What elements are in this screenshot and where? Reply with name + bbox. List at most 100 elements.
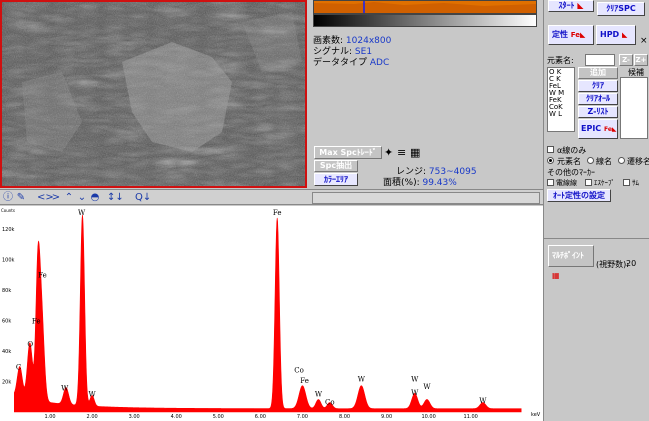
y-tick-label: 40k <box>2 349 11 355</box>
multi-point-icon: ▦ <box>552 271 560 280</box>
x-tick-label: 5.00 <box>213 414 224 420</box>
peak-label: W <box>411 389 419 397</box>
shrink-h-icon[interactable]: >< <box>51 191 61 216</box>
radio-transition-label: 遷移名 <box>627 157 649 166</box>
qualitative-label: 定性 <box>552 30 568 39</box>
max-spectrum-button[interactable]: Max Spcﾄﾚｰﾄﾞ <box>314 146 382 159</box>
peak-label: W <box>479 397 487 405</box>
start-button-label: ｽﾀｰﾄ <box>558 1 575 10</box>
clear-button[interactable]: ｸﾘｱ <box>578 80 618 92</box>
qualitative-button[interactable]: 定性 Fe◣ <box>548 25 594 45</box>
x-tick-label: 8.00 <box>339 414 350 420</box>
radio-line-label: 線名 <box>596 157 612 166</box>
y-tick-label: 120k <box>2 227 15 233</box>
y-tick-label: 20k <box>2 379 11 385</box>
peak-label: Fe <box>38 272 47 280</box>
lock-icon[interactable]: ◓ <box>90 191 100 204</box>
peak-icon[interactable]: ↕↓ <box>107 191 124 204</box>
epic-icon: Fe◣ <box>603 126 617 133</box>
z-minus-button[interactable]: Z- <box>619 54 633 66</box>
auto-qual-settings-button[interactable]: ｵｰﾄ定性の設定 <box>547 189 611 202</box>
qualitative-icon: Fe◣ <box>570 31 586 39</box>
toolbar-field[interactable] <box>312 192 540 204</box>
expand-h-icon[interactable]: <> <box>37 191 54 204</box>
peak-label: O <box>27 340 33 348</box>
hpd-label: HPD <box>600 30 620 39</box>
alpha-only-label: α線のみ <box>557 146 587 155</box>
sem-image-texture <box>2 2 305 186</box>
escape-checkbox-1[interactable] <box>547 179 554 186</box>
clear-spc-button[interactable]: ｸﾘｱSPC <box>597 2 645 16</box>
hpd-icon: ◣ <box>622 31 628 39</box>
x-tick-label: 10.00 <box>421 414 435 420</box>
hpd-button[interactable]: HPD ◣ <box>596 25 636 45</box>
start-icon: ◣ <box>577 1 584 10</box>
datatype-label: データタイプ <box>313 58 368 68</box>
peak-label: W <box>61 385 69 393</box>
y-tick-label: 60k <box>2 318 11 324</box>
spectrum-chart: Counts 1.00 2.00 3.00 4.00 5.00 6.00 7.00 8.00 9… <box>1 208 541 420</box>
area-label: 面積(%): <box>383 178 420 188</box>
fov-value: 20 <box>626 259 637 268</box>
clear-all-button[interactable]: ｸﾘｱｵｰﾙ <box>578 93 618 105</box>
candidate-list[interactable] <box>620 77 648 139</box>
grid-icon[interactable]: ▦ <box>410 146 420 159</box>
sum-label: ｻﾑ <box>632 179 639 187</box>
spectrum-series <box>14 214 522 413</box>
peak-label: Fe <box>273 209 282 217</box>
down-icon[interactable]: ⌄ <box>77 191 87 204</box>
y-tick-label: 80k <box>2 288 11 294</box>
x-tick-label: 1.00 <box>44 414 55 420</box>
peak-label: Fe <box>32 317 41 325</box>
x-tick-label: 9.00 <box>381 414 392 420</box>
area-value: 99.43% <box>422 178 457 188</box>
tool-icon[interactable]: ✎ <box>16 191 26 204</box>
other-markers-label: その他のﾏｰｶｰ <box>547 168 595 177</box>
z-plus-button[interactable]: Z+ <box>634 54 648 66</box>
divider <box>544 238 649 239</box>
sum-checkbox[interactable] <box>623 179 630 186</box>
peak-label: W <box>423 383 431 391</box>
escape-checkbox-2[interactable] <box>585 179 592 186</box>
zoom-icon[interactable]: Q↓ <box>135 191 151 204</box>
escape-label-1: 電線線 <box>556 179 577 187</box>
peak-label: Fe <box>300 377 309 385</box>
x-axis-label: keV <box>531 412 541 418</box>
radio-transition[interactable] <box>618 157 625 164</box>
peak-label: Co <box>294 366 304 374</box>
spc-extract-button[interactable]: Spc抽出 <box>314 160 358 172</box>
alpha-only-checkbox[interactable] <box>547 146 554 153</box>
multi-point-label: ﾏﾙﾁﾎﾟｲﾝﾄ <box>552 251 584 260</box>
sem-image[interactable] <box>0 0 307 188</box>
gray-scale-gradient <box>313 14 537 27</box>
peak-label: W <box>315 391 323 399</box>
radio-element-name[interactable] <box>547 157 554 164</box>
start-button[interactable]: ｽﾀｰﾄ ◣ <box>548 0 594 12</box>
peak-label: Co <box>325 398 335 406</box>
close-icon[interactable]: × <box>640 36 648 46</box>
info-icon[interactable]: ⓘ <box>3 191 13 204</box>
crosshair-icon[interactable]: ✦ <box>384 146 393 159</box>
epic-button[interactable]: EPIC Fe◣ <box>578 119 618 139</box>
peak-label: W <box>358 375 366 383</box>
element-list-item[interactable]: W L <box>549 111 573 118</box>
x-tick-label: 2.00 <box>87 414 98 420</box>
add-button[interactable]: 追加 <box>578 67 618 79</box>
up-icon[interactable]: ⌃ <box>64 191 74 204</box>
element-name-label: 元素名: <box>547 56 574 65</box>
spectrum-panel[interactable]: Counts 1.00 2.00 3.00 4.00 5.00 6.00 7.00 8.00 9… <box>0 206 543 421</box>
z-list-button[interactable]: Z-ﾘｽﾄ <box>578 106 618 118</box>
multi-point-button[interactable]: ﾏﾙﾁﾎﾟｲﾝﾄ ▦ <box>548 245 594 280</box>
peak-label: W <box>411 375 419 383</box>
color-area-button[interactable]: ｶﾗｰｴﾘｱ <box>314 173 358 186</box>
equals-icon[interactable]: ≡ <box>397 146 406 159</box>
element-list[interactable]: O K C K FeL W M FeK CoK W L <box>547 67 575 132</box>
histogram-plot <box>314 1 536 13</box>
radio-element-label: 元素名 <box>557 157 581 166</box>
peak-label: C <box>16 363 21 371</box>
peak-label: W <box>78 209 86 217</box>
radio-line-name[interactable] <box>587 157 594 164</box>
x-tick-label: 7.00 <box>297 414 308 420</box>
element-name-input[interactable] <box>585 54 615 66</box>
histogram[interactable] <box>313 0 537 14</box>
